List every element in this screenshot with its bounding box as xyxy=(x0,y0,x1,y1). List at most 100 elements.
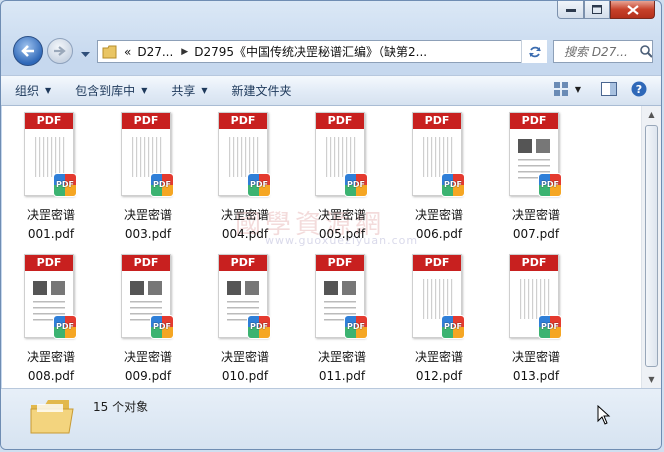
pdf-app-label: PDF xyxy=(444,180,462,189)
file-item[interactable]: PDF PDF 决罡密谱 012.pdf xyxy=(398,248,480,383)
include-in-library-button[interactable]: 包含到库中 ▼ xyxy=(75,82,147,99)
file-name[interactable]: 决罡密谱 004.pdf xyxy=(204,206,286,244)
minimize-button[interactable] xyxy=(557,1,584,19)
file-name[interactable]: 决罡密谱 012.pdf xyxy=(398,348,480,386)
pdf-app-label: PDF xyxy=(347,322,365,331)
address-prefix[interactable]: « xyxy=(124,45,131,59)
file-name[interactable]: 决罡密谱 003.pdf xyxy=(107,206,189,244)
close-icon xyxy=(626,4,639,15)
file-item[interactable]: PDF PDF 决罡密谱 009.pdf xyxy=(107,248,189,383)
pdf-label: PDF xyxy=(122,113,170,129)
search-input[interactable] xyxy=(562,43,640,60)
file-item[interactable]: PDF PDF 决罡密谱 006.pdf xyxy=(398,106,480,241)
file-name-line1: 决罡密谱 xyxy=(414,208,463,222)
file-item[interactable]: PDF PDF 决罡密谱 005.pdf xyxy=(301,106,383,241)
file-name[interactable]: 决罡密谱 011.pdf xyxy=(301,348,383,386)
file-item[interactable]: PDF PDF 决罡密谱 007.pdf xyxy=(495,106,577,241)
pdf-app-label: PDF xyxy=(153,180,171,189)
file-name-line2: 001.pdf xyxy=(27,227,75,241)
vertical-scrollbar[interactable]: ▲ ▼ xyxy=(641,106,661,388)
file-name-line2: 011.pdf xyxy=(318,369,366,383)
file-name[interactable]: 决罡密谱 001.pdf xyxy=(10,206,92,244)
file-name-line2: 008.pdf xyxy=(27,369,75,383)
breadcrumb-separator-icon[interactable]: ▶ xyxy=(181,47,188,57)
change-view-button[interactable]: ▼ xyxy=(553,81,581,97)
pdf-app-label: PDF xyxy=(250,322,268,331)
scroll-down-arrow-icon[interactable]: ▼ xyxy=(642,371,661,388)
back-button[interactable] xyxy=(13,36,43,66)
file-name-line1: 决罡密谱 xyxy=(220,208,269,222)
file-list[interactable]: 國學資源網 www.guoxueziyuan.com PDF PDF 决罡密谱 001… xyxy=(2,106,641,388)
pdf-app-label: PDF xyxy=(153,322,171,331)
share-button[interactable]: 共享 ▼ xyxy=(171,82,207,99)
pdf-app-icon: PDF xyxy=(54,316,76,338)
search-icon[interactable] xyxy=(640,45,652,58)
file-item[interactable]: PDF PDF 决罡密谱 011.pdf xyxy=(301,248,383,383)
organize-button[interactable]: 组织 ▼ xyxy=(15,82,51,99)
new-folder-label: 新建文件夹 xyxy=(231,84,292,98)
file-item[interactable]: PDF PDF 决罡密谱 003.pdf xyxy=(107,106,189,241)
address-segment-parent[interactable]: D27... xyxy=(137,45,173,59)
file-name[interactable]: 决罡密谱 006.pdf xyxy=(398,206,480,244)
pdf-label: PDF xyxy=(219,113,267,129)
pdf-app-icon: PDF xyxy=(151,174,173,196)
pdf-app-icon: PDF xyxy=(345,316,367,338)
file-name[interactable]: 决罡密谱 009.pdf xyxy=(107,348,189,386)
new-folder-button[interactable]: 新建文件夹 xyxy=(232,82,292,99)
pdf-label: PDF xyxy=(316,255,364,271)
share-label: 共享 xyxy=(171,84,196,98)
pdf-label: PDF xyxy=(122,255,170,271)
file-name-line1: 决罡密谱 xyxy=(220,350,269,364)
file-name-line2: 010.pdf xyxy=(221,369,269,383)
file-name[interactable]: 决罡密谱 013.pdf xyxy=(495,348,577,386)
pdf-app-icon: PDF xyxy=(248,316,270,338)
scrollbar-thumb[interactable] xyxy=(645,125,658,367)
search-box[interactable] xyxy=(553,40,653,63)
file-name-line2: 006.pdf xyxy=(415,227,463,241)
file-name-line1: 决罡密谱 xyxy=(414,350,463,364)
minimize-icon xyxy=(565,8,576,12)
file-name-line2: 007.pdf xyxy=(512,227,560,241)
pdf-app-label: PDF xyxy=(541,322,559,331)
file-name-line1: 决罡密谱 xyxy=(123,350,172,364)
forward-button[interactable] xyxy=(47,38,73,64)
pdf-app-icon: PDF xyxy=(151,316,173,338)
file-item[interactable]: PDF PDF 决罡密谱 010.pdf xyxy=(204,248,286,383)
scroll-up-arrow-icon[interactable]: ▲ xyxy=(642,106,661,123)
maximize-button[interactable] xyxy=(584,1,610,19)
chevron-down-icon: ▼ xyxy=(201,86,208,95)
refresh-button[interactable] xyxy=(521,40,547,63)
file-name[interactable]: 决罡密谱 007.pdf xyxy=(495,206,577,244)
preview-pane-button[interactable] xyxy=(601,82,617,96)
pdf-label: PDF xyxy=(413,113,461,129)
arrow-left-icon xyxy=(21,45,34,57)
file-name[interactable]: 决罡密谱 008.pdf xyxy=(10,348,92,386)
preview-pane-icon xyxy=(601,82,617,96)
close-button[interactable] xyxy=(610,1,655,19)
chevron-down-icon: ▼ xyxy=(574,84,581,94)
file-item[interactable]: PDF PDF 决罡密谱 001.pdf xyxy=(10,106,92,241)
refresh-icon xyxy=(528,46,541,57)
view-icon xyxy=(553,82,568,96)
pdf-app-icon: PDF xyxy=(345,174,367,196)
file-name-line2: 003.pdf xyxy=(124,227,172,241)
file-name-line1: 决罡密谱 xyxy=(511,350,560,364)
address-bar[interactable]: « D27... ▶ D2795《中国传统决罡秘谱汇编》（缺第2... xyxy=(97,40,547,63)
address-segment-current[interactable]: D2795《中国传统决罡秘谱汇编》（缺第2... xyxy=(194,43,427,60)
file-name-line2: 005.pdf xyxy=(318,227,366,241)
pdf-label: PDF xyxy=(25,113,73,129)
file-name[interactable]: 决罡密谱 010.pdf xyxy=(204,348,286,386)
file-item[interactable]: PDF PDF 决罡密谱 013.pdf xyxy=(495,248,577,383)
file-item[interactable]: PDF PDF 决罡密谱 008.pdf xyxy=(10,248,92,383)
file-name-line1: 决罡密谱 xyxy=(26,208,75,222)
help-button[interactable]: ? xyxy=(631,81,647,97)
chevron-down-icon: ▼ xyxy=(45,86,52,95)
history-dropdown[interactable] xyxy=(81,47,90,61)
file-name-line1: 决罡密谱 xyxy=(511,208,560,222)
file-name-line1: 决罡密谱 xyxy=(317,350,366,364)
organize-label: 组织 xyxy=(15,84,40,98)
mouse-cursor-icon xyxy=(597,405,611,425)
file-name[interactable]: 决罡密谱 005.pdf xyxy=(301,206,383,244)
file-name-line1: 决罡密谱 xyxy=(317,208,366,222)
file-item[interactable]: PDF PDF 决罡密谱 004.pdf xyxy=(204,106,286,241)
